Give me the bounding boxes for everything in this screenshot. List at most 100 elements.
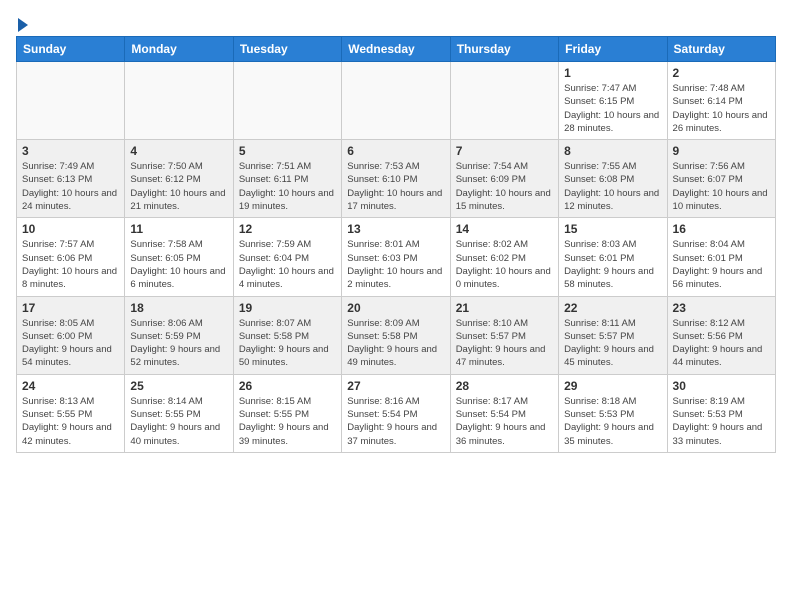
weekday-label: Sunday: [17, 37, 125, 62]
day-number: 19: [239, 301, 336, 315]
calendar-cell: 2 Sunrise: 7:48 AM Sunset: 6:14 PM Daylig…: [667, 62, 775, 140]
calendar-cell: 15 Sunrise: 8:03 AM Sunset: 6:01 PM Dayli…: [559, 218, 667, 296]
day-info: Sunrise: 8:06 AM Sunset: 5:59 PM Dayligh…: [130, 317, 227, 370]
day-info: Sunrise: 8:01 AM Sunset: 6:03 PM Dayligh…: [347, 238, 444, 291]
logo: [16, 16, 28, 28]
calendar-cell: 16 Sunrise: 8:04 AM Sunset: 6:01 PM Dayli…: [667, 218, 775, 296]
calendar-cell: 1 Sunrise: 7:47 AM Sunset: 6:15 PM Daylig…: [559, 62, 667, 140]
weekday-label: Monday: [125, 37, 233, 62]
calendar-cell: 23Sunrise: 8:12 AM Sunset: 5:56 PM Dayli…: [667, 296, 775, 374]
calendar-cell: 3 Sunrise: 7:49 AM Sunset: 6:13 PM Daylig…: [17, 140, 125, 218]
day-info: Sunrise: 7:58 AM Sunset: 6:05 PM Dayligh…: [130, 238, 227, 291]
day-info: Sunrise: 7:59 AM Sunset: 6:04 PM Dayligh…: [239, 238, 336, 291]
calendar-cell: [233, 62, 341, 140]
day-info: Sunrise: 8:03 AM Sunset: 6:01 PM Dayligh…: [564, 238, 661, 291]
calendar-cell: 19 Sunrise: 8:07 AM Sunset: 5:58 PM Dayli…: [233, 296, 341, 374]
day-number: 12: [239, 222, 336, 236]
day-number: 7: [456, 144, 553, 158]
day-number: 22: [564, 301, 661, 315]
day-number: 10: [22, 222, 119, 236]
calendar-cell: 17Sunrise: 8:05 AM Sunset: 6:00 PM Dayli…: [17, 296, 125, 374]
weekday-label: Friday: [559, 37, 667, 62]
calendar-cell: 14 Sunrise: 8:02 AM Sunset: 6:02 PM Dayli…: [450, 218, 558, 296]
day-info: Sunrise: 8:07 AM Sunset: 5:58 PM Dayligh…: [239, 317, 336, 370]
calendar-cell: 9 Sunrise: 7:56 AM Sunset: 6:07 PM Daylig…: [667, 140, 775, 218]
weekday-label: Thursday: [450, 37, 558, 62]
day-number: 20: [347, 301, 444, 315]
day-number: 21: [456, 301, 553, 315]
day-info: Sunrise: 7:50 AM Sunset: 6:12 PM Dayligh…: [130, 160, 227, 213]
calendar-cell: 21 Sunrise: 8:10 AM Sunset: 5:57 PM Dayli…: [450, 296, 558, 374]
day-number: 17: [22, 301, 119, 315]
calendar-body: 1 Sunrise: 7:47 AM Sunset: 6:15 PM Daylig…: [17, 62, 776, 453]
day-info: Sunrise: 7:51 AM Sunset: 6:11 PM Dayligh…: [239, 160, 336, 213]
calendar-cell: [125, 62, 233, 140]
calendar-week-row: 24 Sunrise: 8:13 AM Sunset: 5:55 PM Dayli…: [17, 374, 776, 452]
day-number: 15: [564, 222, 661, 236]
day-info: Sunrise: 7:48 AM Sunset: 6:14 PM Dayligh…: [673, 82, 770, 135]
day-info: Sunrise: 8:02 AM Sunset: 6:02 PM Dayligh…: [456, 238, 553, 291]
calendar-cell: 18 Sunrise: 8:06 AM Sunset: 5:59 PM Dayli…: [125, 296, 233, 374]
calendar-cell: 12 Sunrise: 7:59 AM Sunset: 6:04 PM Dayli…: [233, 218, 341, 296]
day-number: 29: [564, 379, 661, 393]
day-number: 25: [130, 379, 227, 393]
day-info: Sunrise: 7:49 AM Sunset: 6:13 PM Dayligh…: [22, 160, 119, 213]
calendar-cell: 29Sunrise: 8:18 AM Sunset: 5:53 PM Dayli…: [559, 374, 667, 452]
day-number: 2: [673, 66, 770, 80]
calendar-cell: [342, 62, 450, 140]
calendar-cell: 10 Sunrise: 7:57 AM Sunset: 6:06 PM Dayli…: [17, 218, 125, 296]
day-info: Sunrise: 8:11 AM Sunset: 5:57 PM Dayligh…: [564, 317, 661, 370]
calendar-cell: [17, 62, 125, 140]
weekday-label: Saturday: [667, 37, 775, 62]
day-number: 8: [564, 144, 661, 158]
calendar-cell: 8 Sunrise: 7:55 AM Sunset: 6:08 PM Daylig…: [559, 140, 667, 218]
day-number: 13: [347, 222, 444, 236]
day-number: 28: [456, 379, 553, 393]
calendar-cell: 27Sunrise: 8:16 AM Sunset: 5:54 PM Dayli…: [342, 374, 450, 452]
calendar-week-row: 1 Sunrise: 7:47 AM Sunset: 6:15 PM Daylig…: [17, 62, 776, 140]
calendar-cell: 24 Sunrise: 8:13 AM Sunset: 5:55 PM Dayli…: [17, 374, 125, 452]
day-info: Sunrise: 8:09 AM Sunset: 5:58 PM Dayligh…: [347, 317, 444, 370]
calendar-cell: 20 Sunrise: 8:09 AM Sunset: 5:58 PM Dayli…: [342, 296, 450, 374]
day-info: Sunrise: 7:53 AM Sunset: 6:10 PM Dayligh…: [347, 160, 444, 213]
day-number: 24: [22, 379, 119, 393]
calendar-cell: 26 Sunrise: 8:15 AM Sunset: 5:55 PM Dayli…: [233, 374, 341, 452]
day-info: Sunrise: 8:14 AM Sunset: 5:55 PM Dayligh…: [130, 395, 227, 448]
calendar-table: SundayMondayTuesdayWednesdayThursdayFrid…: [16, 36, 776, 453]
calendar-cell: 6 Sunrise: 7:53 AM Sunset: 6:10 PM Daylig…: [342, 140, 450, 218]
day-info: Sunrise: 7:54 AM Sunset: 6:09 PM Dayligh…: [456, 160, 553, 213]
day-number: 3: [22, 144, 119, 158]
day-info: Sunrise: 7:57 AM Sunset: 6:06 PM Dayligh…: [22, 238, 119, 291]
day-number: 9: [673, 144, 770, 158]
day-number: 4: [130, 144, 227, 158]
day-info: Sunrise: 8:04 AM Sunset: 6:01 PM Dayligh…: [673, 238, 770, 291]
calendar-cell: 28Sunrise: 8:17 AM Sunset: 5:54 PM Dayli…: [450, 374, 558, 452]
calendar-cell: 11Sunrise: 7:58 AM Sunset: 6:05 PM Dayli…: [125, 218, 233, 296]
day-number: 14: [456, 222, 553, 236]
day-number: 6: [347, 144, 444, 158]
day-info: Sunrise: 7:56 AM Sunset: 6:07 PM Dayligh…: [673, 160, 770, 213]
day-number: 23: [673, 301, 770, 315]
day-number: 30: [673, 379, 770, 393]
calendar-cell: 13 Sunrise: 8:01 AM Sunset: 6:03 PM Dayli…: [342, 218, 450, 296]
calendar-cell: 5 Sunrise: 7:51 AM Sunset: 6:11 PM Daylig…: [233, 140, 341, 218]
logo-arrow-icon: [18, 18, 28, 32]
day-number: 18: [130, 301, 227, 315]
weekday-header-row: SundayMondayTuesdayWednesdayThursdayFrid…: [17, 37, 776, 62]
day-number: 5: [239, 144, 336, 158]
calendar-cell: 7 Sunrise: 7:54 AM Sunset: 6:09 PM Daylig…: [450, 140, 558, 218]
day-info: Sunrise: 7:55 AM Sunset: 6:08 PM Dayligh…: [564, 160, 661, 213]
day-number: 26: [239, 379, 336, 393]
calendar-week-row: 17Sunrise: 8:05 AM Sunset: 6:00 PM Dayli…: [17, 296, 776, 374]
weekday-label: Wednesday: [342, 37, 450, 62]
page-header: [16, 16, 776, 28]
calendar-cell: 4 Sunrise: 7:50 AM Sunset: 6:12 PM Daylig…: [125, 140, 233, 218]
day-info: Sunrise: 8:13 AM Sunset: 5:55 PM Dayligh…: [22, 395, 119, 448]
day-info: Sunrise: 8:15 AM Sunset: 5:55 PM Dayligh…: [239, 395, 336, 448]
day-number: 16: [673, 222, 770, 236]
calendar-week-row: 10 Sunrise: 7:57 AM Sunset: 6:06 PM Dayli…: [17, 218, 776, 296]
day-info: Sunrise: 8:10 AM Sunset: 5:57 PM Dayligh…: [456, 317, 553, 370]
day-info: Sunrise: 7:47 AM Sunset: 6:15 PM Dayligh…: [564, 82, 661, 135]
day-number: 1: [564, 66, 661, 80]
calendar-week-row: 3 Sunrise: 7:49 AM Sunset: 6:13 PM Daylig…: [17, 140, 776, 218]
